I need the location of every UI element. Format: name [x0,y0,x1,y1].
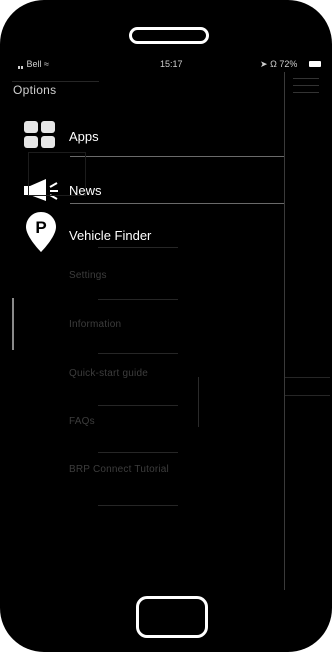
underlying-content-panel [285,72,330,590]
separator [98,505,178,506]
separator [70,156,284,157]
app-screen: Bell ≈ 15:17 ➤ Ω 72% Options Apps News P… [12,56,330,590]
svg-text:P: P [35,218,46,237]
options-drawer: Options Apps News P Vehicle Finder Setti… [12,72,285,590]
carrier-group: Bell ≈ [18,59,49,69]
menu-item-faqs[interactable]: FAQs [12,406,284,446]
separator [98,299,178,300]
location-arrow-icon: ➤ [260,59,268,69]
menu-item-settings[interactable]: Settings [12,260,284,300]
menu-item-label: Apps [69,129,99,144]
parking-pin-icon: P [26,212,56,252]
signal-icon [18,59,27,69]
separator [70,203,284,204]
status-time: 15:17 [160,59,183,69]
status-right-group: ➤ Ω 72% [260,59,297,70]
wifi-icon: ≈ [44,59,49,69]
separator [98,247,178,248]
carrier-label: Bell [26,59,42,69]
menu-item-label: BRP Connect Tutorial [69,464,169,475]
background-shape [28,152,86,196]
battery-percent: 72% [279,59,298,69]
headphones-icon: Ω [270,59,277,69]
menu-item-quick-start-guide[interactable]: Quick-start guide [12,358,284,398]
battery-icon [309,61,321,67]
apps-grid-icon [24,121,55,148]
menu-item-vehicle-finder[interactable]: P Vehicle Finder [12,210,284,258]
drawer-title: Options [13,83,57,97]
background-shape [198,377,199,427]
menu-item-label: FAQs [69,416,95,427]
earpiece-speaker [129,27,209,44]
hamburger-menu-icon[interactable] [293,78,319,99]
menu-item-apps[interactable]: Apps [12,117,284,157]
home-button[interactable] [136,596,208,638]
separator [98,452,178,453]
menu-item-label: Information [69,319,122,330]
separator [285,377,330,378]
menu-item-label: Vehicle Finder [69,228,152,243]
menu-item-label: Quick-start guide [69,368,148,379]
menu-item-information[interactable]: Information [12,310,284,350]
separator [98,353,178,354]
separator [12,81,99,82]
separator [285,395,330,396]
menu-item-brp-connect-tutorial[interactable]: BRP Connect Tutorial [12,456,284,496]
phone-frame: Bell ≈ 15:17 ➤ Ω 72% Options Apps News P… [0,0,332,652]
status-bar: Bell ≈ 15:17 ➤ Ω 72% [12,56,330,72]
menu-item-label: Settings [69,270,107,281]
scroll-indicator [12,298,14,350]
